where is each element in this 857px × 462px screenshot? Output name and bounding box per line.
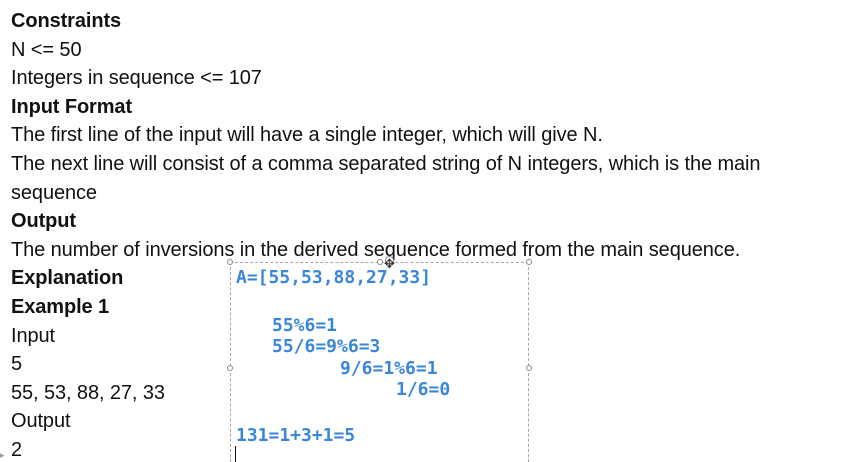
annotation-array: A=[55,53,88,27,33] — [236, 267, 432, 288]
resize-handle-top-right[interactable] — [526, 259, 532, 265]
input-format-line-1: The first line of the input will have a … — [11, 124, 603, 147]
input-format-line-3: sequence — [11, 181, 97, 204]
input-format-line-2: The next line will consist of a comma se… — [11, 152, 761, 175]
constraint-integers: Integers in sequence <= 107 — [11, 67, 262, 90]
annotation-step-2: 55/6=9%6=3 — [272, 336, 381, 357]
annotation-step-4: 1/6=0 — [396, 379, 451, 400]
resize-handle-middle-right[interactable] — [526, 365, 532, 371]
heading-input-format: Input Format — [11, 95, 133, 118]
resize-handle-top-middle[interactable] — [377, 259, 383, 265]
edge-marker-icon: ▸ — [0, 451, 5, 461]
resize-handle-middle-left[interactable] — [227, 365, 233, 371]
constraint-n: N <= 50 — [11, 38, 82, 61]
output-description: The number of inversions in the derived … — [11, 238, 741, 261]
annotation-step-3: 9/6=1%6=1 — [340, 358, 438, 379]
heading-output: Output — [11, 210, 76, 233]
annotation-result: 131=1+3+1=5 — [236, 425, 356, 446]
heading-constraints: Constraints — [11, 10, 122, 32]
annotation-step-1: 55%6=1 — [272, 315, 338, 336]
annotation-text-box[interactable]: A=[55,53,88,27,33] 55%6=1 55/6=9%6=3 9/6… — [227, 256, 532, 462]
move-cursor-icon: ✥ — [384, 257, 395, 272]
text-caret — [235, 446, 236, 462]
resize-handle-top-left[interactable] — [227, 259, 233, 265]
